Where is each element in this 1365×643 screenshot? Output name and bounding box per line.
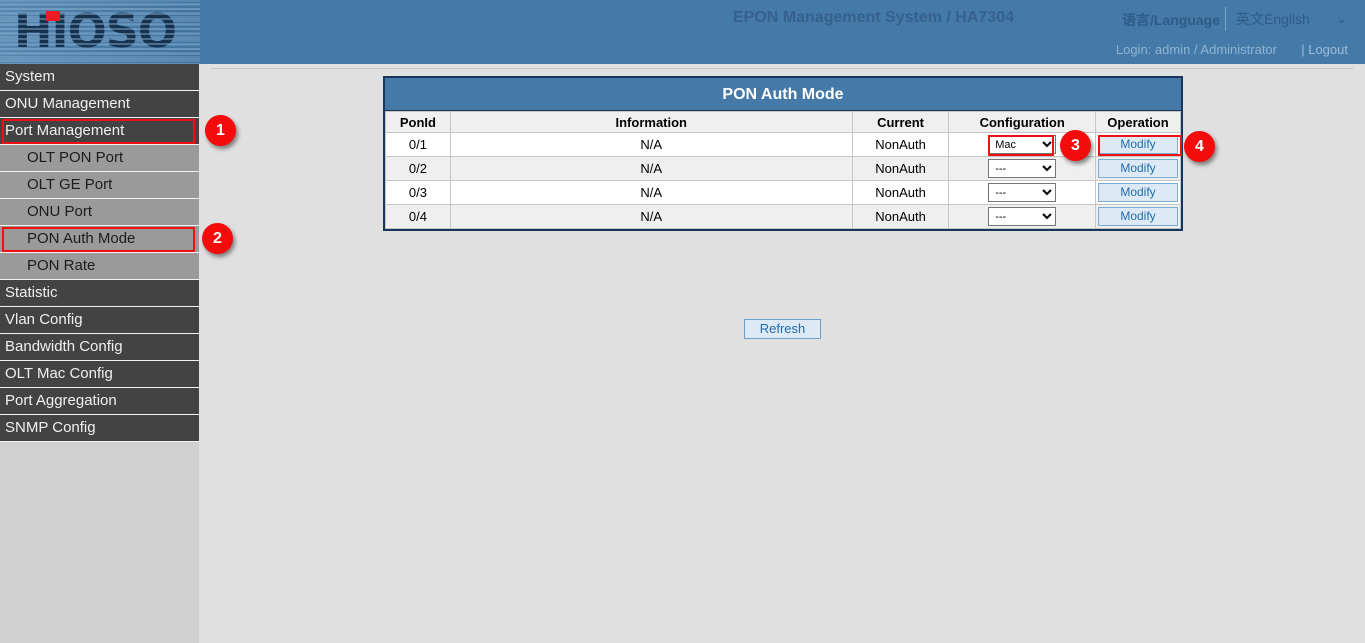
cell-operation: Modify [1096, 205, 1181, 229]
cell-ponid: 0/2 [386, 157, 451, 181]
table-row: 0/3 N/A NonAuth --- Modify [386, 181, 1181, 205]
content-divider [211, 68, 1353, 69]
sidebar-item-olt-ge-port[interactable]: OLT GE Port [0, 172, 199, 199]
pon-auth-mode-table: PonId Information Current Configuration … [385, 111, 1181, 229]
cell-information: N/A [450, 157, 852, 181]
annotation-badge-3: 3 [1060, 130, 1091, 161]
logo-accent-mark [46, 11, 60, 21]
modify-button[interactable]: Modify [1098, 183, 1178, 202]
cell-operation: Modify [1096, 157, 1181, 181]
language-select[interactable]: 英文English [1225, 7, 1351, 31]
sidebar-item-pon-auth-mode[interactable]: PON Auth Mode [0, 226, 199, 253]
cell-operation: Modify [1096, 133, 1181, 157]
auth-mode-select[interactable]: --- [988, 159, 1056, 178]
page-header: HIOSO EPON Management System / HA7304 语言… [0, 0, 1365, 64]
sidebar-item-snmp-config[interactable]: SNMP Config [0, 415, 199, 442]
sidebar-item-olt-mac-config[interactable]: OLT Mac Config [0, 361, 199, 388]
auth-mode-select[interactable]: Mac [988, 135, 1056, 154]
cell-information: N/A [450, 181, 852, 205]
annotation-badge-2: 2 [202, 223, 233, 254]
modify-button[interactable]: Modify [1098, 135, 1178, 154]
column-header-information: Information [450, 112, 852, 133]
sidebar-item-vlan-config[interactable]: Vlan Config [0, 307, 199, 334]
login-status: Login: admin / Administrator [1116, 42, 1277, 57]
cell-information: N/A [450, 205, 852, 229]
sidebar-item-pon-rate[interactable]: PON Rate [0, 253, 199, 280]
refresh-button[interactable]: Refresh [744, 319, 821, 339]
annotation-badge-4: 4 [1184, 131, 1215, 162]
cell-information: N/A [450, 133, 852, 157]
column-header-current: Current [852, 112, 949, 133]
modify-button[interactable]: Modify [1098, 159, 1178, 178]
table-row: 0/4 N/A NonAuth --- Modify [386, 205, 1181, 229]
sidebar-item-bandwidth-config[interactable]: Bandwidth Config [0, 334, 199, 361]
cell-operation: Modify [1096, 181, 1181, 205]
column-header-operation: Operation [1096, 112, 1181, 133]
cell-ponid: 0/1 [386, 133, 451, 157]
cell-current: NonAuth [852, 157, 949, 181]
language-label: 语言/Language [1122, 10, 1220, 30]
sidebar-item-port-aggregation[interactable]: Port Aggregation [0, 388, 199, 415]
annotation-badge-1: 1 [205, 115, 236, 146]
cell-ponid: 0/3 [386, 181, 451, 205]
cell-current: NonAuth [852, 133, 949, 157]
logo-wordmark: HIOSO [14, 5, 176, 57]
panel-title: PON Auth Mode [385, 78, 1181, 111]
cell-current: NonAuth [852, 181, 949, 205]
brand-logo[interactable]: HIOSO [0, 0, 200, 64]
sidebar-item-port-management[interactable]: Port Management [0, 118, 199, 145]
cell-configuration: --- [949, 181, 1096, 205]
cell-current: NonAuth [852, 205, 949, 229]
modify-button[interactable]: Modify [1098, 207, 1178, 226]
sidebar-item-onu-port[interactable]: ONU Port [0, 199, 199, 226]
sidebar-item-system[interactable]: System [0, 64, 199, 91]
auth-mode-select[interactable]: --- [988, 183, 1056, 202]
logout-link[interactable]: | Logout [1301, 42, 1348, 57]
sidebar-item-olt-pon-port[interactable]: OLT PON Port [0, 145, 199, 172]
sidebar-item-statistic[interactable]: Statistic [0, 280, 199, 307]
auth-mode-select[interactable]: --- [988, 207, 1056, 226]
table-row: 0/2 N/A NonAuth --- Modify [386, 157, 1181, 181]
sidebar-nav: System ONU Management Port Management OL… [0, 64, 199, 643]
table-header-row: PonId Information Current Configuration … [386, 112, 1181, 133]
page-root: HIOSO EPON Management System / HA7304 语言… [0, 0, 1365, 643]
cell-configuration: --- [949, 205, 1096, 229]
app-title: EPON Management System / HA7304 [733, 9, 1014, 27]
sidebar-item-onu-management[interactable]: ONU Management [0, 91, 199, 118]
column-header-ponid: PonId [386, 112, 451, 133]
cell-ponid: 0/4 [386, 205, 451, 229]
